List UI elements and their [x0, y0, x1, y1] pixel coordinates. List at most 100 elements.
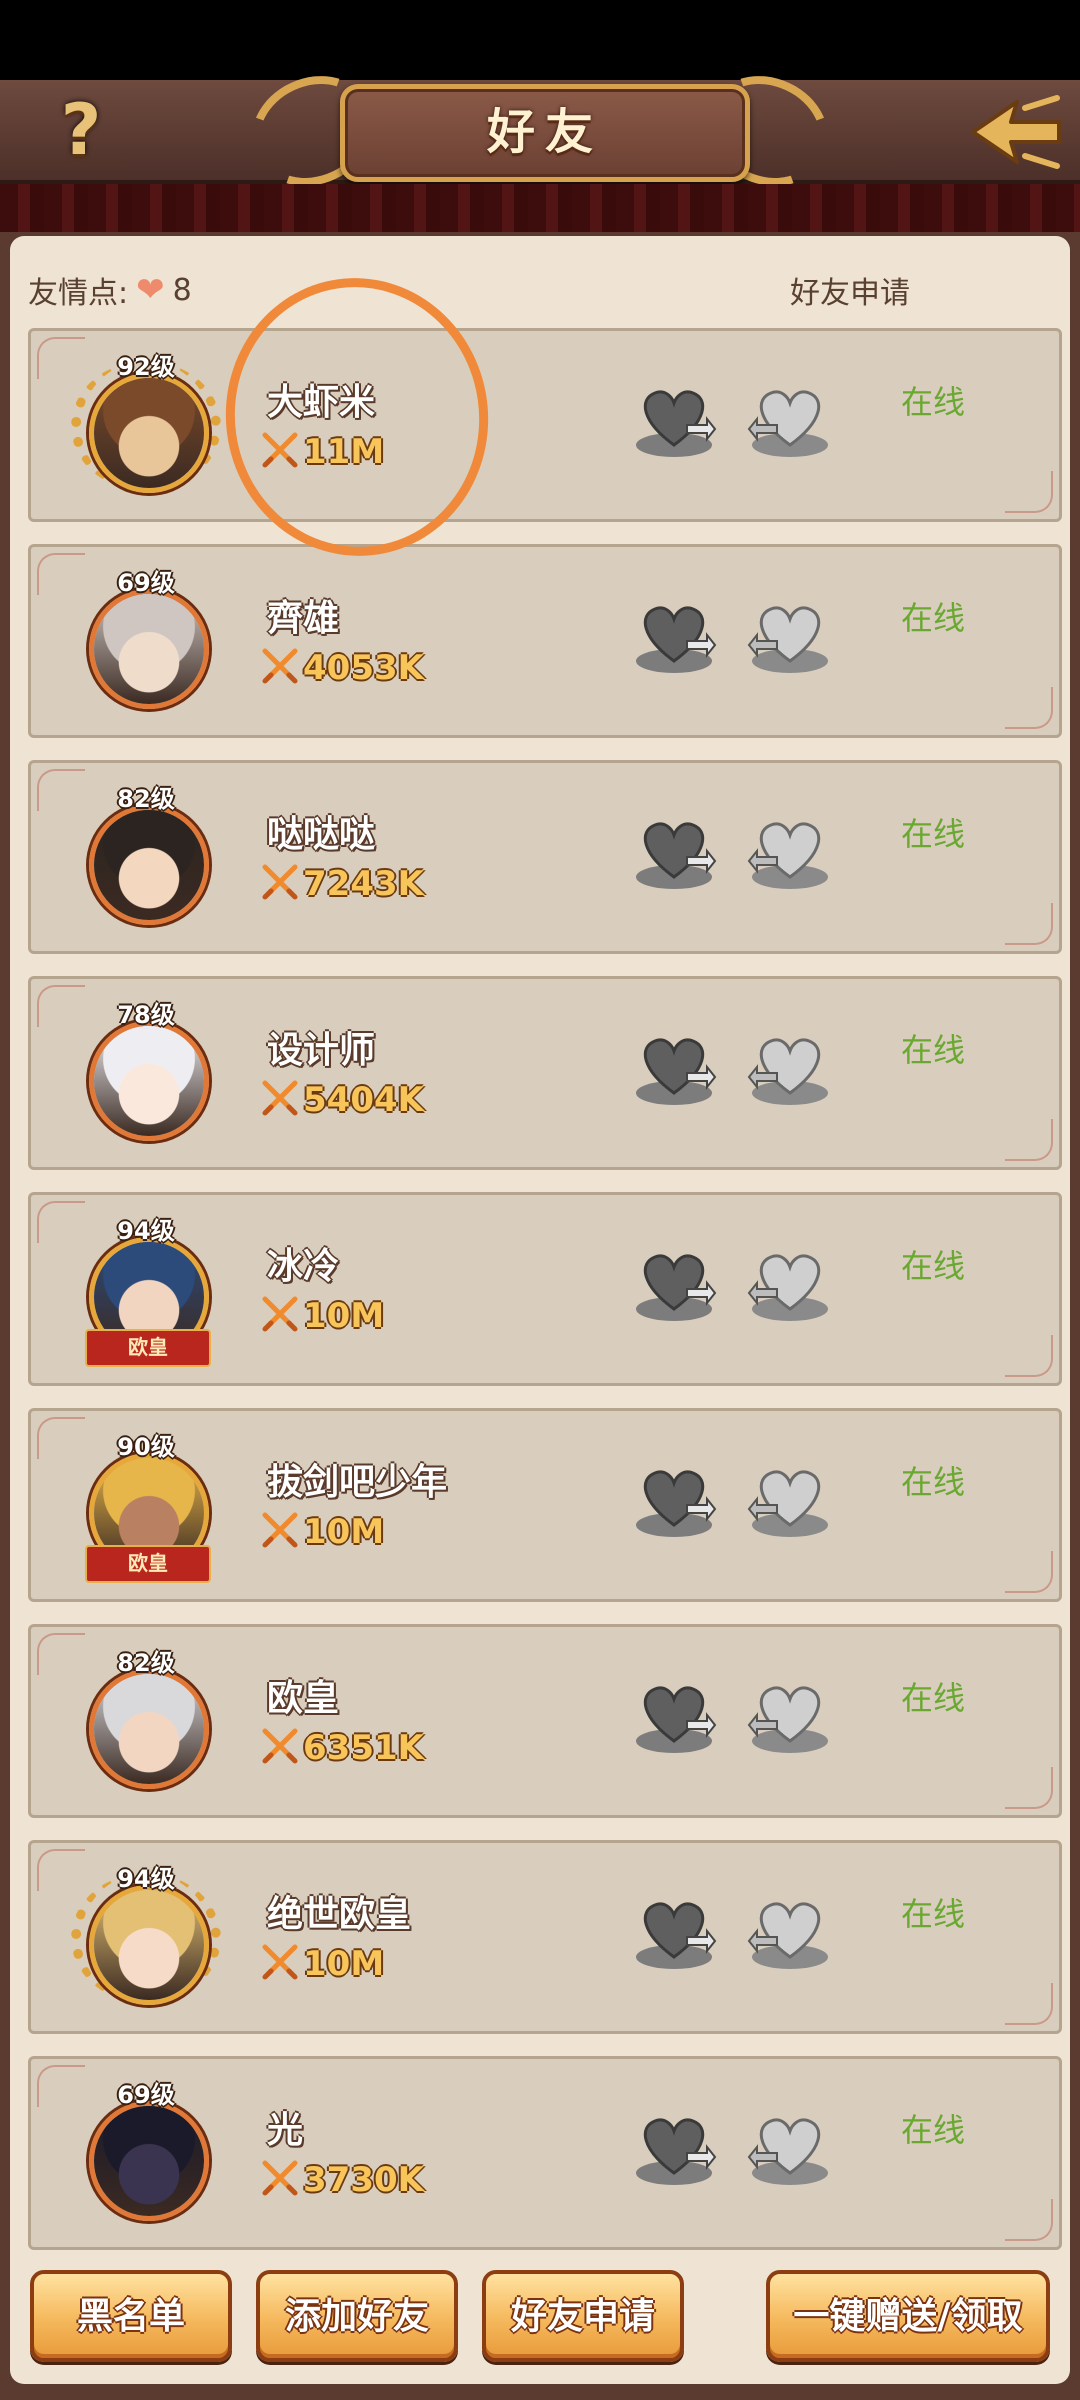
send-gift-button[interactable]: [631, 1461, 717, 1541]
send-gift-button[interactable]: [631, 1245, 717, 1325]
friend-name: 大虾米: [267, 382, 376, 423]
header-bar: ? 好友: [0, 56, 1080, 206]
send-gift-button[interactable]: [631, 813, 717, 893]
avatar[interactable]: 94级: [71, 1863, 221, 2013]
online-status: 在线: [901, 383, 966, 421]
avatar-portrait: [89, 1669, 209, 1789]
online-status: 在线: [901, 1463, 966, 1501]
online-status: 在线: [901, 815, 966, 853]
friend-row[interactable]: 94级 绝世欧皇 10M 在线: [28, 1840, 1062, 2034]
combat-power: 6351K: [261, 1727, 424, 1769]
corner-ornament: [1005, 1983, 1053, 2025]
crossed-swords-icon: [261, 863, 299, 905]
receive-gift-button[interactable]: [747, 813, 833, 893]
portrait-face: [94, 1026, 204, 1136]
avatar[interactable]: 82级: [71, 783, 221, 933]
gift-heart-send-icon: [631, 1470, 717, 1545]
heart-icon: ❤: [136, 270, 165, 310]
crossed-swords-icon: [261, 1295, 299, 1337]
corner-ornament: [1005, 1335, 1053, 1377]
gift-heart-receive-icon: [747, 1254, 833, 1329]
blacklist-button[interactable]: 黑名单: [30, 2270, 232, 2362]
receive-gift-button[interactable]: [747, 1245, 833, 1325]
avatar[interactable]: 69级: [71, 567, 221, 717]
send-gift-button[interactable]: [631, 597, 717, 677]
avatar[interactable]: 欧皇 94级: [71, 1215, 221, 1367]
question-mark-icon: ?: [60, 89, 102, 171]
friend-row[interactable]: 69级 光 3730K 在线: [28, 2056, 1062, 2250]
online-status: 在线: [901, 1895, 966, 1933]
friend-requests-link[interactable]: 好友申请: [790, 268, 910, 312]
friend-row[interactable]: 82级 哒哒哒 7243K 在线: [28, 760, 1062, 954]
send-gift-button[interactable]: [631, 1029, 717, 1109]
receive-gift-button[interactable]: [747, 2109, 833, 2189]
combat-power: 5404K: [261, 1079, 424, 1121]
combat-power: 3730K: [261, 2159, 424, 2201]
friend-row[interactable]: 欧皇 90级 拔剑吧少年 10M 在线: [28, 1408, 1062, 1602]
receive-gift-button[interactable]: [747, 1677, 833, 1757]
friend-points: 友情点: ❤ 8: [28, 268, 192, 312]
avatar-portrait: [89, 589, 209, 709]
friend-row[interactable]: 78级 设计师 5404K 在线: [28, 976, 1062, 1170]
corner-ornament: [1005, 1767, 1053, 1809]
back-button[interactable]: [965, 94, 1065, 170]
receive-gift-button[interactable]: [747, 1893, 833, 1973]
receive-gift-button[interactable]: [747, 381, 833, 461]
avatar-portrait: [89, 2101, 209, 2221]
crossed-swords-icon: [261, 2159, 299, 2201]
avatar[interactable]: 69级: [71, 2079, 221, 2229]
level-badge: 94级: [117, 1865, 175, 1893]
gift-heart-send-icon: [631, 2118, 717, 2193]
combat-power-value: 6351K: [303, 1728, 424, 1768]
add-friend-button[interactable]: 添加好友: [256, 2270, 458, 2362]
friend-points-value: 8: [172, 272, 192, 308]
combat-power: 7243K: [261, 863, 424, 905]
avatar[interactable]: 92级: [71, 351, 221, 501]
portrait-face: [94, 594, 204, 704]
avatar-portrait: [89, 1885, 209, 2005]
gift-heart-send-icon: [631, 1686, 717, 1761]
portrait-face: [94, 1674, 204, 1784]
friend-name: 冰冷: [267, 1246, 340, 1287]
combat-power: 10M: [261, 1511, 384, 1553]
help-button[interactable]: ?: [46, 90, 116, 170]
friend-row[interactable]: 82级 欧皇 6351K 在线: [28, 1624, 1062, 1818]
crossed-swords-icon: [261, 431, 299, 473]
portrait-face: [94, 2106, 204, 2216]
friend-points-label: 友情点:: [28, 276, 129, 311]
receive-gift-button[interactable]: [747, 1029, 833, 1109]
corner-ornament: [1005, 687, 1053, 729]
level-badge: 82级: [117, 785, 175, 813]
gift-heart-send-icon: [631, 1902, 717, 1977]
send-receive-all-button[interactable]: 一键赠送/领取: [766, 2270, 1050, 2362]
receive-gift-button[interactable]: [747, 1461, 833, 1541]
crossed-swords-icon: [261, 1079, 299, 1121]
combat-power: 4053K: [261, 647, 424, 689]
friend-row[interactable]: 欧皇 94级 冰冷 10M 在线: [28, 1192, 1062, 1386]
portrait-face: [94, 378, 204, 488]
crossed-swords-icon: [261, 1511, 299, 1553]
gift-heart-receive-icon: [747, 606, 833, 681]
combat-power-value: 10M: [303, 1944, 385, 1984]
friend-row[interactable]: 92级 大虾米 11M 在线: [28, 328, 1062, 522]
combat-power-value: 10M: [303, 1512, 385, 1552]
friend-name: 设计师: [267, 1030, 376, 1071]
friend-row[interactable]: 69级 齊雄 4053K 在线: [28, 544, 1062, 738]
gift-heart-receive-icon: [747, 1038, 833, 1113]
avatar[interactable]: 78级: [71, 999, 221, 1149]
send-gift-button[interactable]: [631, 1893, 717, 1973]
gift-heart-send-icon: [631, 606, 717, 681]
send-gift-button[interactable]: [631, 1677, 717, 1757]
gift-heart-receive-icon: [747, 1902, 833, 1977]
avatar[interactable]: 82级: [71, 1647, 221, 1797]
friend-requests-button[interactable]: 好友申请: [482, 2270, 684, 2362]
friend-name: 绝世欧皇: [267, 1894, 412, 1935]
receive-gift-button[interactable]: [747, 597, 833, 677]
back-arrow-icon: [971, 95, 1061, 169]
combat-power: 10M: [261, 1943, 384, 1985]
level-badge: 92级: [117, 353, 175, 381]
avatar[interactable]: 欧皇 90级: [71, 1431, 221, 1583]
send-gift-button[interactable]: [631, 381, 717, 461]
combat-power-value: 7243K: [303, 864, 424, 904]
send-gift-button[interactable]: [631, 2109, 717, 2189]
